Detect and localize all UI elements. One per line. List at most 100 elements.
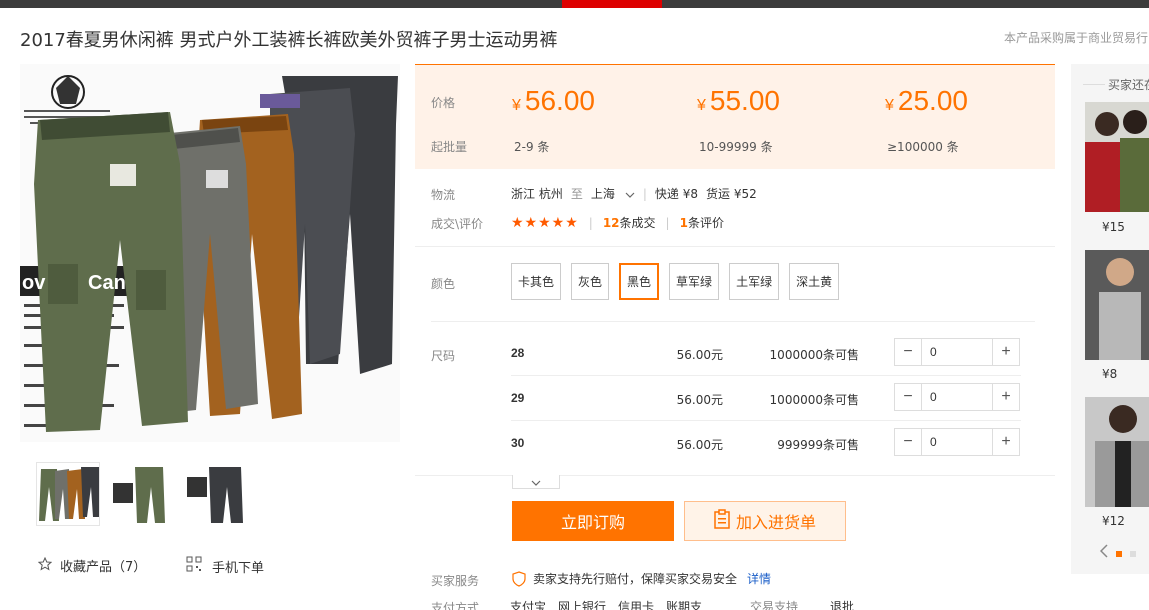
chevron-left-icon[interactable] bbox=[1099, 544, 1108, 563]
pagination-dot-active[interactable] bbox=[1116, 550, 1122, 557]
pagination-dot[interactable] bbox=[1130, 550, 1136, 557]
recommended-price: ¥15 bbox=[1102, 220, 1125, 234]
destination-select[interactable]: 上海 bbox=[591, 185, 635, 202]
quantity-input[interactable]: 0 bbox=[921, 339, 993, 365]
size-value: 29 bbox=[511, 391, 525, 405]
separator: | bbox=[642, 186, 647, 201]
expand-sizes-button[interactable] bbox=[512, 475, 560, 489]
recommendation-sidebar: 买家还在 bbox=[1071, 64, 1149, 574]
tier-price-3: ¥25.00 bbox=[885, 85, 968, 116]
qrcode-icon bbox=[186, 556, 202, 576]
price-box: 价格 起批量 ¥56.00 ¥55.00 ¥25.00 2-9 条 10-999… bbox=[415, 64, 1055, 169]
mobile-order-label: 手机下单 bbox=[212, 560, 265, 576]
color-option-dark-earth-yellow[interactable]: 深土黄 bbox=[789, 263, 840, 300]
color-option-grass-green[interactable]: 草军绿 bbox=[669, 263, 720, 300]
separator: | bbox=[665, 215, 670, 230]
thumbnail-strip bbox=[36, 462, 248, 526]
deals-link[interactable]: 12条成交 bbox=[603, 214, 656, 231]
size-value: 28 bbox=[511, 346, 525, 360]
size-price: 56.00元 bbox=[676, 393, 723, 407]
color-option-black[interactable]: 黑色 bbox=[619, 263, 660, 300]
plus-button[interactable]: + bbox=[993, 339, 1019, 365]
plus-button[interactable]: + bbox=[993, 384, 1019, 410]
size-price: 56.00元 bbox=[676, 438, 723, 452]
size-stock: 1000000条可售 bbox=[769, 393, 859, 407]
logistics-info: 浙江 杭州 至 上海 | 快递 ¥8 货运 ¥52 bbox=[511, 185, 757, 202]
currency-symbol: ¥ bbox=[512, 97, 521, 114]
tier-range-3: ≥100000 条 bbox=[887, 140, 959, 154]
size-price: 56.00元 bbox=[676, 348, 723, 362]
buyer-service: 卖家支持先行赔付，保障买家交易安全 详情 bbox=[511, 570, 771, 587]
clipboard-icon bbox=[714, 509, 730, 533]
recommended-price: ¥8 bbox=[1102, 367, 1118, 381]
sidebar-pagination bbox=[1099, 544, 1136, 563]
top-bar bbox=[0, 0, 1149, 8]
recommended-product-1[interactable] bbox=[1085, 102, 1149, 212]
size-row: 29 56.00元 1000000条可售 − 0 + bbox=[511, 376, 1021, 421]
payment-method: 网上银行 bbox=[558, 600, 607, 610]
to-label: 至 bbox=[570, 187, 583, 201]
size-row: 30 56.00元 999999条可售 − 0 + bbox=[511, 421, 1021, 466]
sidebar-title: 买家还在 bbox=[1108, 78, 1149, 92]
size-label: 尺码 bbox=[431, 349, 456, 363]
service-text: 卖家支持先行赔付，保障买家交易安全 bbox=[533, 572, 738, 586]
poster-overlay-text: ov bbox=[22, 272, 46, 294]
minus-button[interactable]: − bbox=[895, 339, 921, 365]
thumbnail-2[interactable] bbox=[110, 462, 174, 526]
chevron-down-icon bbox=[531, 473, 541, 491]
freight-fee: 货运 ¥52 bbox=[706, 187, 757, 201]
trade-info: ★★★★★ | 12条成交 | 1条评价 bbox=[511, 214, 724, 231]
favorite-label: 收藏产品（7） bbox=[60, 560, 147, 575]
minus-button[interactable]: − bbox=[895, 384, 921, 410]
top-bar-accent bbox=[562, 0, 662, 8]
currency-symbol: ¥ bbox=[885, 97, 894, 114]
quantity-stepper: − 0 + bbox=[894, 428, 1020, 456]
service-label: 买家服务 bbox=[431, 574, 480, 588]
size-row: 28 56.00元 1000000条可售 − 0 + bbox=[511, 331, 1021, 376]
tier-range-1: 2-9 条 bbox=[514, 140, 550, 154]
separator: | bbox=[588, 215, 593, 230]
divider bbox=[415, 246, 1055, 247]
mobile-order-button[interactable]: 手机下单 bbox=[186, 556, 264, 576]
color-label: 颜色 bbox=[431, 277, 456, 291]
color-options: 卡其色 灰色 黑色 草军绿 土军绿 深土黄 bbox=[511, 263, 840, 300]
thumbnail-3[interactable] bbox=[184, 462, 248, 526]
reviews-link[interactable]: 1条评价 bbox=[680, 214, 724, 231]
express-fee: 快递 ¥8 bbox=[654, 187, 698, 201]
recommended-price: ¥12 bbox=[1102, 514, 1125, 528]
product-main-image[interactable]: ov Can bbox=[20, 64, 400, 442]
size-stock: 999999条可售 bbox=[777, 438, 859, 452]
currency-symbol: ¥ bbox=[697, 97, 706, 114]
recommended-product-2[interactable] bbox=[1085, 250, 1149, 360]
trade-support-value: 退批 bbox=[830, 600, 855, 610]
guarantee-shield-icon bbox=[511, 570, 527, 587]
order-now-button[interactable]: 立即订购 bbox=[512, 501, 674, 541]
add-to-cart-button[interactable]: 加入进货单 bbox=[684, 501, 846, 541]
quantity-input[interactable]: 0 bbox=[921, 384, 993, 410]
chevron-down-icon bbox=[625, 187, 635, 201]
service-details-link[interactable]: 详情 bbox=[747, 570, 771, 587]
thumbnail-1[interactable] bbox=[36, 462, 100, 526]
recommended-product-3[interactable] bbox=[1085, 397, 1149, 507]
payment-methods: 支付宝 网上银行 信用卡 账期支 bbox=[510, 598, 702, 610]
payment-method: 信用卡 bbox=[618, 600, 655, 610]
plus-button[interactable]: + bbox=[993, 429, 1019, 455]
color-option-earth-green[interactable]: 土军绿 bbox=[729, 263, 780, 300]
tier-range-2: 10-99999 条 bbox=[699, 140, 773, 154]
payment-method: 支付宝 bbox=[510, 600, 547, 610]
payment-method: 账期支 bbox=[666, 600, 703, 610]
quantity-stepper: − 0 + bbox=[894, 383, 1020, 411]
trade-notice: 本产品采购属于商业贸易行 bbox=[1004, 31, 1149, 45]
logistics-label: 物流 bbox=[431, 188, 456, 202]
rating-stars: ★★★★★ bbox=[511, 214, 579, 231]
favorite-button[interactable]: 收藏产品（7） bbox=[37, 556, 147, 575]
payment-label: 支付方式 bbox=[431, 601, 480, 610]
tier-price-1: ¥56.00 bbox=[512, 85, 595, 116]
origin-city: 浙江 杭州 bbox=[511, 187, 563, 201]
minus-button[interactable]: − bbox=[895, 429, 921, 455]
quantity-input[interactable]: 0 bbox=[921, 429, 993, 455]
color-option-khaki[interactable]: 卡其色 bbox=[511, 263, 562, 300]
color-option-grey[interactable]: 灰色 bbox=[571, 263, 610, 300]
tier-price-2: ¥55.00 bbox=[697, 85, 780, 116]
size-value: 30 bbox=[511, 436, 525, 450]
